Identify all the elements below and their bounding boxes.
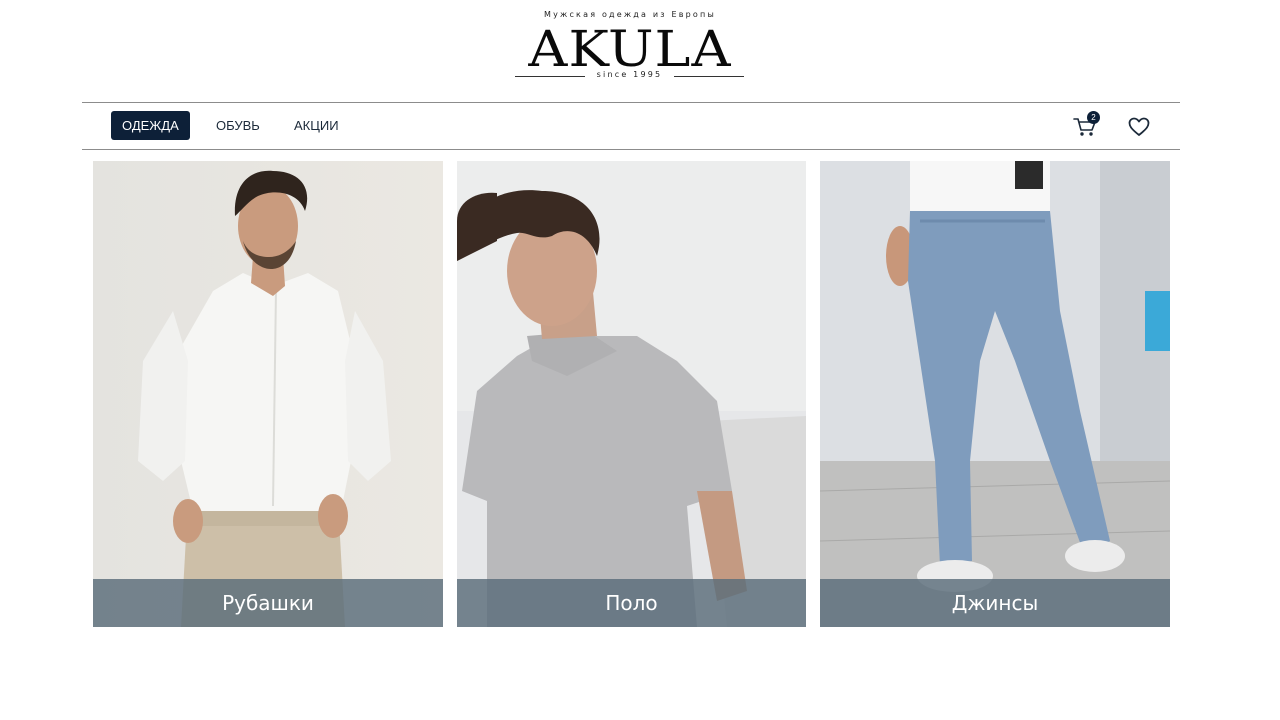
tab-sales[interactable]: АКЦИИ xyxy=(283,111,350,140)
tab-shoes[interactable]: ОБУВЬ xyxy=(205,111,271,140)
polo-photo xyxy=(457,161,806,627)
tab-clothing[interactable]: ОДЕЖДА xyxy=(111,111,190,140)
category-label: Рубашки xyxy=(93,579,443,627)
category-label: Джинсы xyxy=(820,579,1170,627)
header-logo[interactable]: Мужская одежда из Европы AKULA since 199… xyxy=(0,0,1280,100)
cart-count-badge: 2 xyxy=(1087,111,1100,124)
divider-rule xyxy=(674,76,744,77)
favorites-button[interactable] xyxy=(1127,115,1151,139)
category-label: Поло xyxy=(457,579,806,627)
main-navbar: ОДЕЖДА ОБУВЬ АКЦИИ 2 xyxy=(82,102,1180,150)
category-card-jeans[interactable]: Джинсы xyxy=(820,161,1170,627)
category-card-shirts[interactable]: Рубашки xyxy=(93,161,443,627)
jeans-photo xyxy=(820,161,1170,627)
category-grid: Рубашки Поло Джинсы xyxy=(93,161,1170,627)
brand-since: since 1995 xyxy=(596,70,663,79)
cart-button[interactable]: 2 xyxy=(1072,111,1100,139)
brand-since-row: since 1995 xyxy=(515,70,744,82)
shirts-photo xyxy=(93,161,443,627)
heart-icon xyxy=(1128,117,1150,136)
category-card-polo[interactable]: Поло xyxy=(457,161,806,627)
brand-tagline: Мужская одежда из Европы xyxy=(544,10,716,19)
